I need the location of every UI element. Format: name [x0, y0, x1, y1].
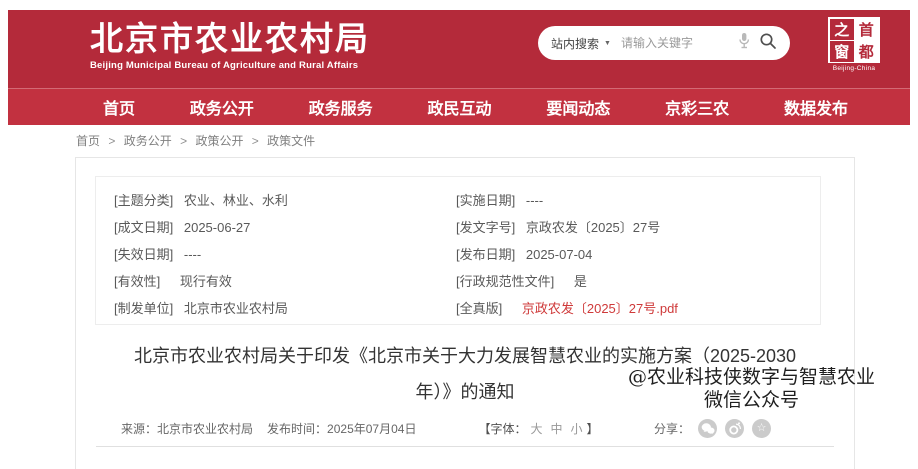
meta-date-written: [成文日期] 2025-06-27 [114, 214, 456, 241]
mic-icon[interactable] [738, 32, 750, 54]
content-divider [96, 446, 834, 447]
meta-label: [制发单位] [114, 301, 173, 316]
watermark-line2: 微信公众号 [628, 389, 875, 412]
meta-label: [发布日期] [456, 247, 515, 262]
meta-full-version: [全真版] 京政农发〔2025〕27号.pdf [456, 295, 678, 322]
meta-issuing-unit: [制发单位] 北京市农业农村局 [114, 295, 456, 322]
breadcrumb-separator: > [180, 134, 187, 148]
breadcrumb-separator: > [108, 134, 115, 148]
meta-label: [成文日期] [114, 220, 173, 235]
meta-label: [有效性] [114, 274, 160, 289]
nav-item-news[interactable]: 要闻动态 [546, 95, 610, 119]
article-container: [主题分类] 农业、林业、水利 [成文日期] 2025-06-27 [失效日期]… [75, 157, 855, 469]
breadcrumb-policy-disclosure[interactable]: 政策公开 [195, 134, 243, 148]
meta-label: [实施日期] [456, 193, 515, 208]
site-logo[interactable]: 北京市农业农村局 Beijing Municipal Bureau of Agr… [90, 21, 370, 71]
seal-char: 首 [855, 19, 879, 40]
meta-value: 现行有效 [180, 274, 232, 289]
search-scope-dropdown[interactable]: 站内搜索 ▼ [551, 35, 611, 52]
site-title: 北京市农业农村局 [90, 21, 370, 57]
watermark-line1: @农业科技侠数字与智慧农业 [628, 366, 875, 389]
meta-value: 2025-07-04 [526, 247, 593, 262]
meta-label: [失效日期] [114, 247, 173, 262]
font-size-small[interactable]: 小 [571, 420, 583, 437]
watermark-text: @农业科技侠数字与智慧农业 微信公众号 [628, 366, 875, 412]
meta-value: 北京市农业农村局 [184, 301, 288, 316]
font-label-end: 】 [587, 420, 599, 437]
breadcrumb-separator: > [252, 134, 259, 148]
meta-label: [发文字号] [456, 220, 515, 235]
meta-publish-date: [发布日期] 2025-07-04 [456, 241, 678, 268]
site-search: 站内搜索 ▼ [538, 26, 790, 60]
search-input[interactable] [621, 36, 738, 50]
search-icons [738, 32, 777, 55]
main-nav: 首页 政务公开 政务服务 政民互动 要闻动态 京彩三农 数据发布 [8, 88, 910, 125]
metadata-right-column: [实施日期] ---- [发文字号] 京政农发〔2025〕27号 [发布日期] … [456, 187, 678, 324]
meta-value: 农业、林业、水利 [184, 193, 288, 208]
breadcrumb-gov-affairs[interactable]: 政务公开 [124, 134, 172, 148]
page: 北京市农业农村局 Beijing Municipal Bureau of Agr… [0, 0, 918, 469]
wechat-share-icon[interactable] [698, 419, 717, 438]
nav-item-data-release[interactable]: 数据发布 [784, 95, 848, 119]
meta-label: [全真版] [456, 301, 502, 316]
meta-topic-category: [主题分类] 农业、林业、水利 [114, 187, 456, 214]
meta-validity: [有效性] 现行有效 [114, 268, 456, 295]
document-metadata-box: [主题分类] 农业、林业、水利 [成文日期] 2025-06-27 [失效日期]… [95, 176, 821, 325]
search-scope-label: 站内搜索 [551, 35, 599, 52]
breadcrumb: 首页 > 政务公开 > 政策公开 > 政策文件 [76, 132, 315, 149]
article-meta-row: 来源：北京市农业农村局 发布时间：2025年07月04日 【字体： 大 中 小 … [76, 418, 854, 438]
weibo-share-icon[interactable] [725, 419, 744, 438]
capital-window-seal-logo[interactable]: 之 首 窗 都 Beijing-China [827, 17, 881, 72]
meta-label: [主题分类] [114, 193, 173, 208]
breadcrumb-home[interactable]: 首页 [76, 134, 100, 148]
font-size-control: 【字体： 大 中 小 】 [478, 420, 598, 437]
seal-char: 窗 [830, 41, 854, 62]
nav-item-home[interactable]: 首页 [103, 95, 135, 119]
breadcrumb-policy-documents[interactable]: 政策文件 [267, 134, 315, 148]
meta-value: ---- [526, 193, 543, 208]
meta-document-number: [发文字号] 京政农发〔2025〕27号 [456, 214, 678, 241]
publish-time-value: 2025年07月04日 [327, 422, 416, 436]
seal-caption: Beijing-China [827, 65, 881, 72]
nav-item-interaction[interactable]: 政民互动 [427, 95, 491, 119]
site-header: 北京市农业农村局 Beijing Municipal Bureau of Agr… [8, 10, 910, 88]
site-subtitle: Beijing Municipal Bureau of Agriculture … [90, 60, 370, 71]
share-label: 分享： [654, 420, 690, 437]
publish-block: 发布时间：2025年07月04日 [267, 420, 416, 437]
meta-value: 2025-06-27 [184, 220, 251, 235]
favorite-share-icon[interactable]: ☆ [752, 419, 771, 438]
meta-value: 京政农发〔2025〕27号 [526, 220, 660, 235]
star-icon: ☆ [757, 423, 767, 434]
meta-regulatory-document: [行政规范性文件] 是 [456, 268, 678, 295]
font-size-medium[interactable]: 中 [550, 420, 562, 437]
meta-expiry-date: [失效日期] ---- [114, 241, 456, 268]
meta-value: 是 [574, 274, 587, 289]
metadata-left-column: [主题分类] 农业、林业、水利 [成文日期] 2025-06-27 [失效日期]… [114, 187, 456, 324]
search-icon[interactable] [759, 32, 777, 55]
nav-item-gov-affairs[interactable]: 政务公开 [190, 95, 254, 119]
meta-label: [行政规范性文件] [456, 274, 554, 289]
font-label-start: 【字体： [478, 420, 526, 437]
source-label: 来源： [121, 420, 157, 437]
publish-time-label: 发布时间： [267, 422, 327, 436]
meta-value: ---- [184, 247, 201, 262]
source-value: 北京市农业农村局 [157, 420, 253, 437]
seal-char: 之 [830, 19, 854, 40]
nav-item-jingcai-sannong[interactable]: 京彩三农 [665, 95, 729, 119]
font-size-large[interactable]: 大 [530, 420, 542, 437]
meta-implementation-date: [实施日期] ---- [456, 187, 678, 214]
seal-grid: 之 首 窗 都 [828, 17, 880, 63]
share-block: 分享： ☆ [654, 419, 771, 438]
seal-char: 都 [855, 41, 879, 62]
nav-item-gov-services[interactable]: 政务服务 [309, 95, 373, 119]
chevron-down-icon: ▼ [604, 40, 611, 47]
pdf-link[interactable]: 京政农发〔2025〕27号.pdf [522, 301, 678, 316]
